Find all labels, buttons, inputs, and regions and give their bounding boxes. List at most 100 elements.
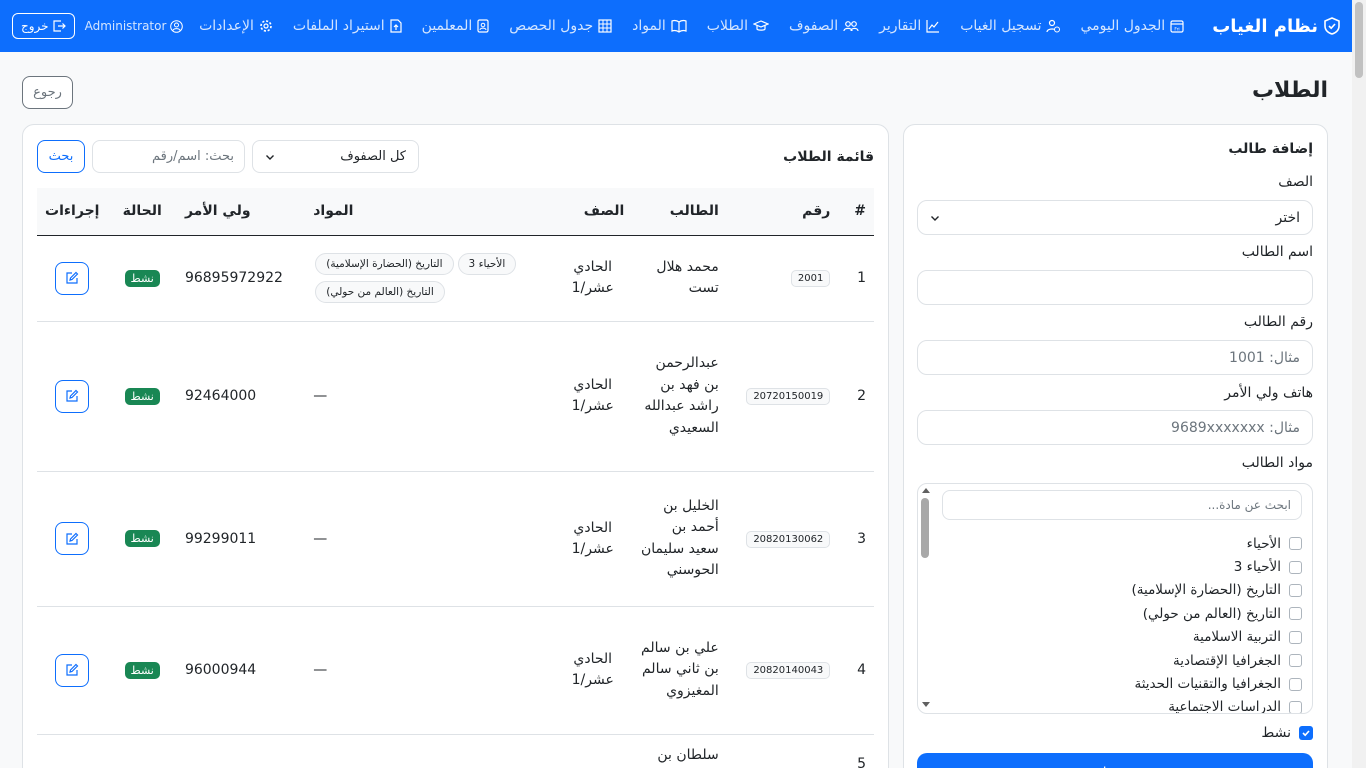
save-student-button[interactable]: حفظ (917, 753, 1313, 768)
chart-line-icon (926, 20, 940, 33)
person-badge-icon (477, 19, 489, 33)
col-header-subjects: المواد (313, 203, 354, 220)
subject-checkbox[interactable] (1289, 700, 1302, 713)
nav-item-import[interactable]: استيراد الملفات (283, 18, 412, 34)
page-title: الطلاب (1251, 78, 1328, 103)
students-table: # رقم الطالب الصف المواد ولي الأمر الحال… (37, 188, 874, 768)
class-filter-value: كل الصفوف (340, 149, 406, 164)
student-id-badge: 2001 (790, 270, 831, 287)
brand[interactable]: نظام الغياب (1212, 16, 1340, 37)
student-id-badge: 20720150019 (746, 388, 831, 405)
nav-item-subjects[interactable]: المواد (622, 18, 697, 34)
search-button[interactable]: بحث (37, 140, 85, 173)
row-actions (37, 734, 108, 768)
user-menu[interactable]: Administrator (85, 19, 184, 33)
row-subjects (309, 734, 554, 768)
edit-button[interactable] (55, 653, 90, 687)
scrollbar-thumb[interactable] (1355, 2, 1363, 78)
subject-item[interactable]: التربية الاسلامية (942, 626, 1302, 649)
class-select[interactable]: اختر (917, 200, 1313, 235)
class-select-value: اختر (1275, 209, 1301, 226)
nav-item-teachers[interactable]: المعلمين (412, 18, 500, 34)
subject-item[interactable]: الأحياء (942, 532, 1302, 555)
col-header-id: رقم (802, 203, 831, 220)
guardian-phone-input[interactable]: مثال: 9689xxxxxxx (917, 410, 1313, 445)
subject-label: الجغرافيا والتقنيات الحديثة (1134, 676, 1281, 693)
subjects-scroll-thumb[interactable] (921, 498, 929, 558)
subject-checkbox[interactable] (1289, 537, 1302, 551)
subject-search-input[interactable]: ابحث عن مادة... (942, 490, 1302, 520)
row-id-cell (726, 734, 839, 768)
subject-item[interactable]: التاريخ (العالم من حولي) (942, 602, 1302, 625)
subject-label: الأحياء 3 (1233, 559, 1281, 576)
chevron-down-icon (931, 215, 939, 221)
nav-item-settings[interactable]: الإعدادات (189, 18, 283, 34)
logout-icon (52, 20, 66, 32)
class-filter-select[interactable]: كل الصفوف (252, 140, 419, 173)
gear-icon (260, 20, 272, 32)
col-header-student: الطالب (669, 203, 719, 220)
nav-item-classes[interactable]: الصفوف (779, 18, 869, 34)
student-id-badge: 20820130062 (746, 530, 831, 548)
add-student-title: إضافة طالب (1228, 141, 1313, 157)
subject-checkbox[interactable] (1289, 677, 1302, 691)
mortarboard-icon (752, 20, 769, 31)
col-header-status: الحالة (122, 203, 162, 220)
scroll-up-arrow-icon[interactable] (922, 488, 930, 493)
logout-button[interactable]: خروج (12, 13, 75, 39)
nav-item-reports[interactable]: التقارير (869, 18, 950, 34)
row-class (553, 734, 633, 768)
student-name-input[interactable] (917, 270, 1313, 305)
shield-check-icon (1324, 17, 1340, 35)
nav-item-attendance[interactable]: تسجيل الغياب (950, 18, 1070, 34)
subject-item[interactable]: الأحياء 3 (942, 555, 1302, 578)
row-student-name: سلطان بن (632, 734, 727, 768)
subject-item[interactable]: الجغرافيا والتقنيات الحديثة (942, 672, 1302, 695)
nav-label: الطلاب (706, 18, 748, 34)
edit-button[interactable] (55, 261, 90, 295)
scroll-down-arrow-icon[interactable] (922, 702, 930, 707)
subject-checkbox[interactable] (1289, 583, 1302, 597)
student-search-input[interactable]: بحث: اسم/رقم (92, 140, 245, 173)
row-index: 1 (838, 235, 874, 322)
subject-checkbox[interactable] (1289, 654, 1302, 668)
subject-item[interactable]: التاريخ (الحضارة الإسلامية) (942, 579, 1302, 602)
back-button[interactable]: رجوع (22, 76, 73, 109)
edit-button[interactable] (55, 379, 90, 413)
row-status-cell: نشط (107, 321, 177, 472)
check-icon (1302, 730, 1310, 737)
edit-button[interactable] (55, 522, 90, 555)
student-number-input[interactable]: مثال: 1001 (917, 340, 1313, 375)
row-id-cell: 20820140043 (726, 606, 839, 735)
row-index: 5 (838, 734, 874, 768)
nav-item-timetable[interactable]: جدول الحصص (499, 18, 622, 34)
subject-checkbox[interactable] (1289, 630, 1302, 644)
row-id-cell: 2001 (726, 235, 839, 322)
status-badge: نشط (124, 387, 160, 405)
nav-label: التقارير (879, 18, 922, 34)
subject-label: التاريخ (الحضارة الإسلامية) (1131, 582, 1281, 599)
name-label: اسم الطالب (1241, 244, 1313, 260)
active-label: نشط (1261, 725, 1291, 741)
subject-item[interactable]: الجغرافيا الإقتصادية (942, 649, 1302, 672)
top-navbar: نظام الغياب Fri الجدول اليومي تسجيل الغي… (0, 0, 1352, 52)
page-scrollbar[interactable] (1352, 0, 1366, 768)
pencil-square-icon (66, 663, 79, 676)
subject-item[interactable]: الدراسات الاجتماعية (942, 696, 1302, 713)
svg-text:Fri: Fri (1175, 27, 1180, 33)
nav-label: استيراد الملفات (292, 18, 385, 34)
subject-checkbox[interactable] (1289, 560, 1302, 574)
active-checkbox[interactable] (1299, 726, 1313, 740)
phone-label: هاتف ولي الأمر (1224, 385, 1313, 401)
nav-item-students[interactable]: الطلاب (697, 18, 779, 34)
row-id-cell: 20820130062 (726, 471, 839, 607)
row-id-cell: 20720150019 (726, 321, 839, 472)
logout-label: خروج (21, 19, 49, 33)
subjects-scrollbar[interactable] (918, 484, 932, 713)
active-toggle[interactable]: نشط (1261, 725, 1313, 741)
nav-item-daily-schedule[interactable]: Fri الجدول اليومي (1070, 18, 1194, 34)
row-index: 3 (838, 471, 874, 607)
subject-checkbox[interactable] (1289, 607, 1302, 621)
status-badge: نشط (124, 269, 160, 287)
nav-label: الجدول اليومي (1080, 18, 1166, 34)
